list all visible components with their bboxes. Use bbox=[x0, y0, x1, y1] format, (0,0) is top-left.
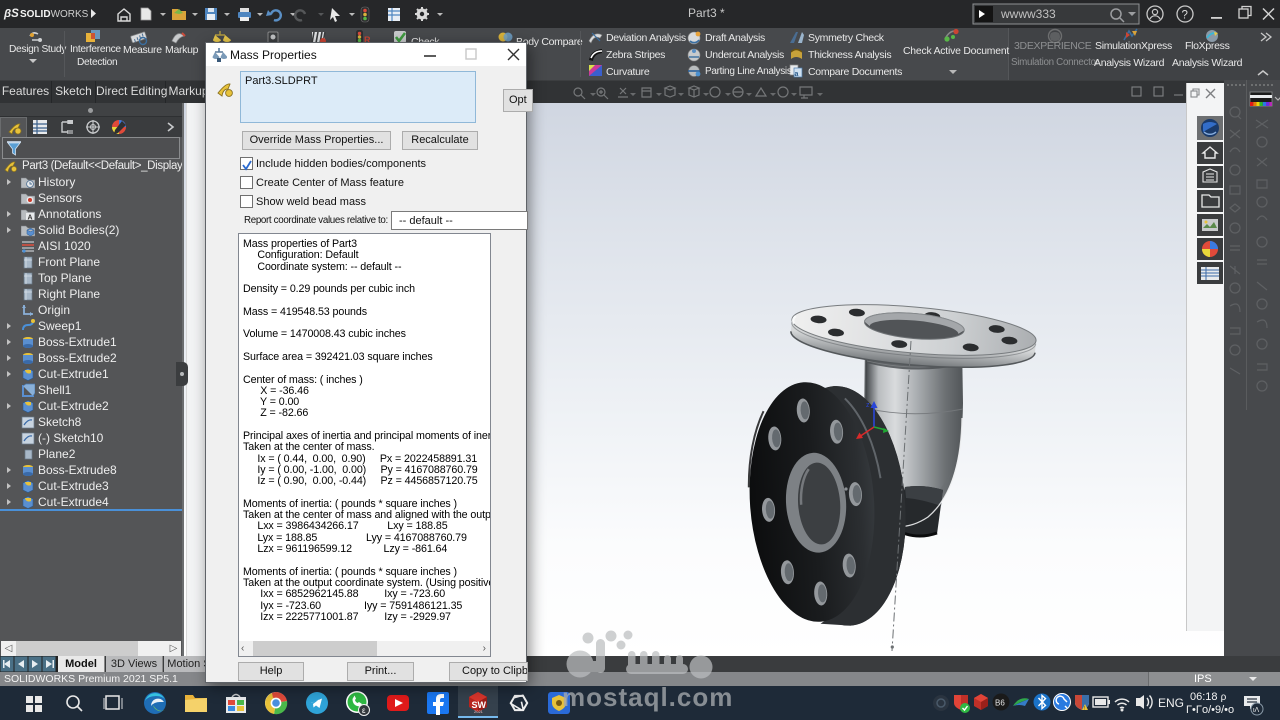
svg-text:B6: B6 bbox=[995, 699, 1005, 708]
svg-text:A: A bbox=[28, 215, 33, 222]
svg-text:SOLIDWORKS: SOLIDWORKS bbox=[20, 9, 89, 20]
svg-text:a: a bbox=[795, 71, 799, 78]
svg-text:ENG: ENG bbox=[1158, 696, 1184, 710]
svg-text:Part3 *: Part3 * bbox=[688, 6, 725, 20]
svg-text:βS: βS bbox=[3, 8, 19, 20]
svg-text:2021: 2021 bbox=[474, 709, 484, 714]
svg-text:!: ! bbox=[1084, 706, 1085, 712]
svg-text:?: ? bbox=[1182, 10, 1188, 22]
svg-text:Γ•Γο/•9/•ο: Γ•Γο/•9/•ο bbox=[1186, 704, 1234, 716]
svg-text:ε: ε bbox=[362, 706, 366, 715]
svg-text:ιΛ: ιΛ bbox=[1253, 707, 1260, 714]
svg-text:06:18 ρ: 06:18 ρ bbox=[1190, 691, 1227, 703]
svg-text:wwww333: wwww333 bbox=[1000, 7, 1056, 21]
svg-text:z: z bbox=[866, 402, 870, 409]
